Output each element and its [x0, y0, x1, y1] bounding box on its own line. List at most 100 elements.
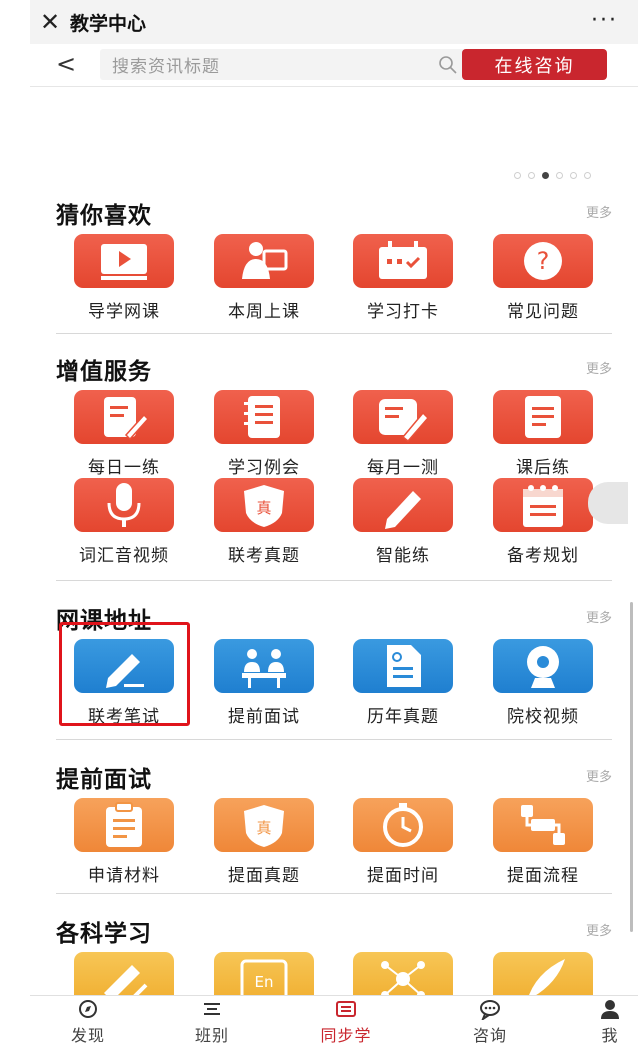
section-title: 提前面试	[56, 767, 152, 793]
scrollbar[interactable]	[630, 602, 633, 932]
back-icon[interactable]: <	[56, 50, 76, 78]
tile-background	[353, 798, 453, 852]
tile-background: 真	[214, 798, 314, 852]
grid-item[interactable]: 提前面试	[204, 639, 324, 727]
grid-item-label: 提面流程	[507, 866, 579, 886]
tile-background	[74, 234, 174, 288]
grid-item[interactable]: 历年真题	[343, 639, 463, 727]
question-icon: ?	[524, 242, 562, 280]
tile-background	[353, 639, 453, 693]
file-icon	[387, 645, 421, 687]
pagination-dot[interactable]	[514, 172, 521, 179]
search-input[interactable]: 搜索资讯标题	[100, 49, 472, 80]
search-bar: < 搜索资讯标题 在线咨询	[30, 44, 638, 87]
pagination-dot[interactable]	[584, 172, 591, 179]
grid-item[interactable]: 智能练	[343, 478, 463, 566]
grid-item[interactable]: 每日一练	[64, 390, 184, 478]
section-divider	[56, 893, 612, 894]
list-icon	[204, 1003, 220, 1015]
pagination-dot[interactable]	[570, 172, 577, 179]
close-icon[interactable]: ✕	[30, 8, 70, 36]
grid-item-label: 院校视频	[507, 707, 579, 727]
grid-item[interactable]: 提面流程	[483, 798, 603, 886]
grid-item-label: 每日一练	[88, 458, 160, 478]
book-icon	[336, 1001, 356, 1017]
section-more-link[interactable]: 更多	[586, 358, 612, 377]
section-divider	[56, 333, 612, 334]
tile-background	[493, 478, 593, 532]
section-more-link[interactable]: 更多	[586, 920, 612, 939]
grid-item[interactable]: 每月一测	[343, 390, 463, 478]
section-more-link[interactable]: 更多	[586, 607, 612, 626]
section-header: 提前面试 更多	[56, 760, 612, 793]
tile-background	[353, 478, 453, 532]
grid-item[interactable]: 申请材料	[64, 798, 184, 886]
grid-item[interactable]: 导学网课	[64, 234, 184, 322]
tile-background: ?	[493, 234, 593, 288]
tab-2[interactable]: 同步学	[306, 996, 386, 1043]
grid-item[interactable]: 真联考真题	[204, 478, 324, 566]
section-header: 增值服务 更多	[56, 352, 612, 385]
grid-item[interactable]: 提面时间	[343, 798, 463, 886]
write-icon	[104, 397, 150, 441]
grid-item[interactable]: 本周上课	[204, 234, 324, 322]
grid-item[interactable]: 学习打卡	[343, 234, 463, 322]
more-options-icon[interactable]: ···	[591, 8, 618, 33]
grid-item[interactable]: 真提面真题	[204, 798, 324, 886]
flow-icon	[521, 805, 565, 845]
grid-item-label: 申请材料	[88, 866, 160, 886]
pagination-dot[interactable]	[528, 172, 535, 179]
section-header: 猜你喜欢 更多	[56, 196, 612, 229]
grid-item[interactable]: ? 常见问题	[483, 234, 603, 322]
section-title: 增值服务	[56, 359, 152, 385]
section-more-link[interactable]: 更多	[586, 766, 612, 785]
grid-item[interactable]: 课后练	[483, 390, 603, 478]
tile-background	[353, 390, 453, 444]
chat-icon	[480, 1000, 500, 1020]
tile-background	[493, 390, 593, 444]
tile-background	[74, 798, 174, 852]
grid-item-label: 词汇音视频	[79, 546, 169, 566]
side-handle[interactable]	[588, 482, 628, 524]
grid-item[interactable]: 词汇音视频	[64, 478, 184, 566]
test-icon	[379, 399, 430, 443]
tile-background	[493, 798, 593, 852]
tab-4[interactable]: 我	[570, 996, 638, 1043]
tab-0[interactable]: 发现	[48, 996, 128, 1043]
icon-badge-text: 真	[256, 499, 271, 517]
grid-item-label: 提前面试	[228, 707, 300, 727]
grid-item-label: 联考真题	[228, 546, 300, 566]
grid-item-label: 每月一测	[367, 458, 439, 478]
grid-item-label: 备考规划	[507, 546, 579, 566]
tab-1[interactable]: 班别	[172, 996, 252, 1043]
section-header: 各科学习 更多	[56, 914, 612, 947]
tile-background	[74, 478, 174, 532]
user-icon	[601, 1000, 619, 1019]
phone-screen: ✕ 教学中心 ··· < 搜索资讯标题 在线咨询 猜你喜欢 更多 导学网课 本周上课学…	[30, 0, 638, 1043]
grid-item-label: 提面时间	[367, 866, 439, 886]
pagination-dot[interactable]	[556, 172, 563, 179]
shield-icon: 真	[244, 485, 284, 527]
grid-item-label: 本周上课	[228, 302, 300, 322]
section-more-link[interactable]: 更多	[586, 202, 612, 221]
online-consult-button[interactable]: 在线咨询	[462, 49, 607, 80]
grid-item[interactable]: 学习例会	[204, 390, 324, 478]
tab-3[interactable]: 咨询	[450, 996, 530, 1043]
grid-item-label: 历年真题	[367, 707, 439, 727]
tab-label: 班别	[194, 1026, 229, 1043]
grid-item[interactable]: 院校视频	[483, 639, 603, 727]
tile-background	[214, 234, 314, 288]
bottom-tab-bar: 发现 班别 同步学 咨询 我	[30, 995, 638, 1043]
grid-item-label: 导学网课	[88, 302, 160, 322]
grid-item-label: 常见问题	[507, 302, 579, 322]
grid-item[interactable]: 备考规划	[483, 478, 603, 566]
microphone-icon	[107, 483, 141, 527]
section-divider	[56, 739, 612, 740]
clipboard-icon	[106, 802, 142, 847]
grid-item-label: 课后练	[516, 458, 570, 478]
section-title: 猜你喜欢	[56, 203, 152, 229]
tab-label: 发现	[70, 1026, 105, 1043]
planner-icon	[523, 485, 563, 527]
grid-item-label: 学习例会	[228, 458, 300, 478]
pagination-dot[interactable]	[542, 172, 549, 179]
